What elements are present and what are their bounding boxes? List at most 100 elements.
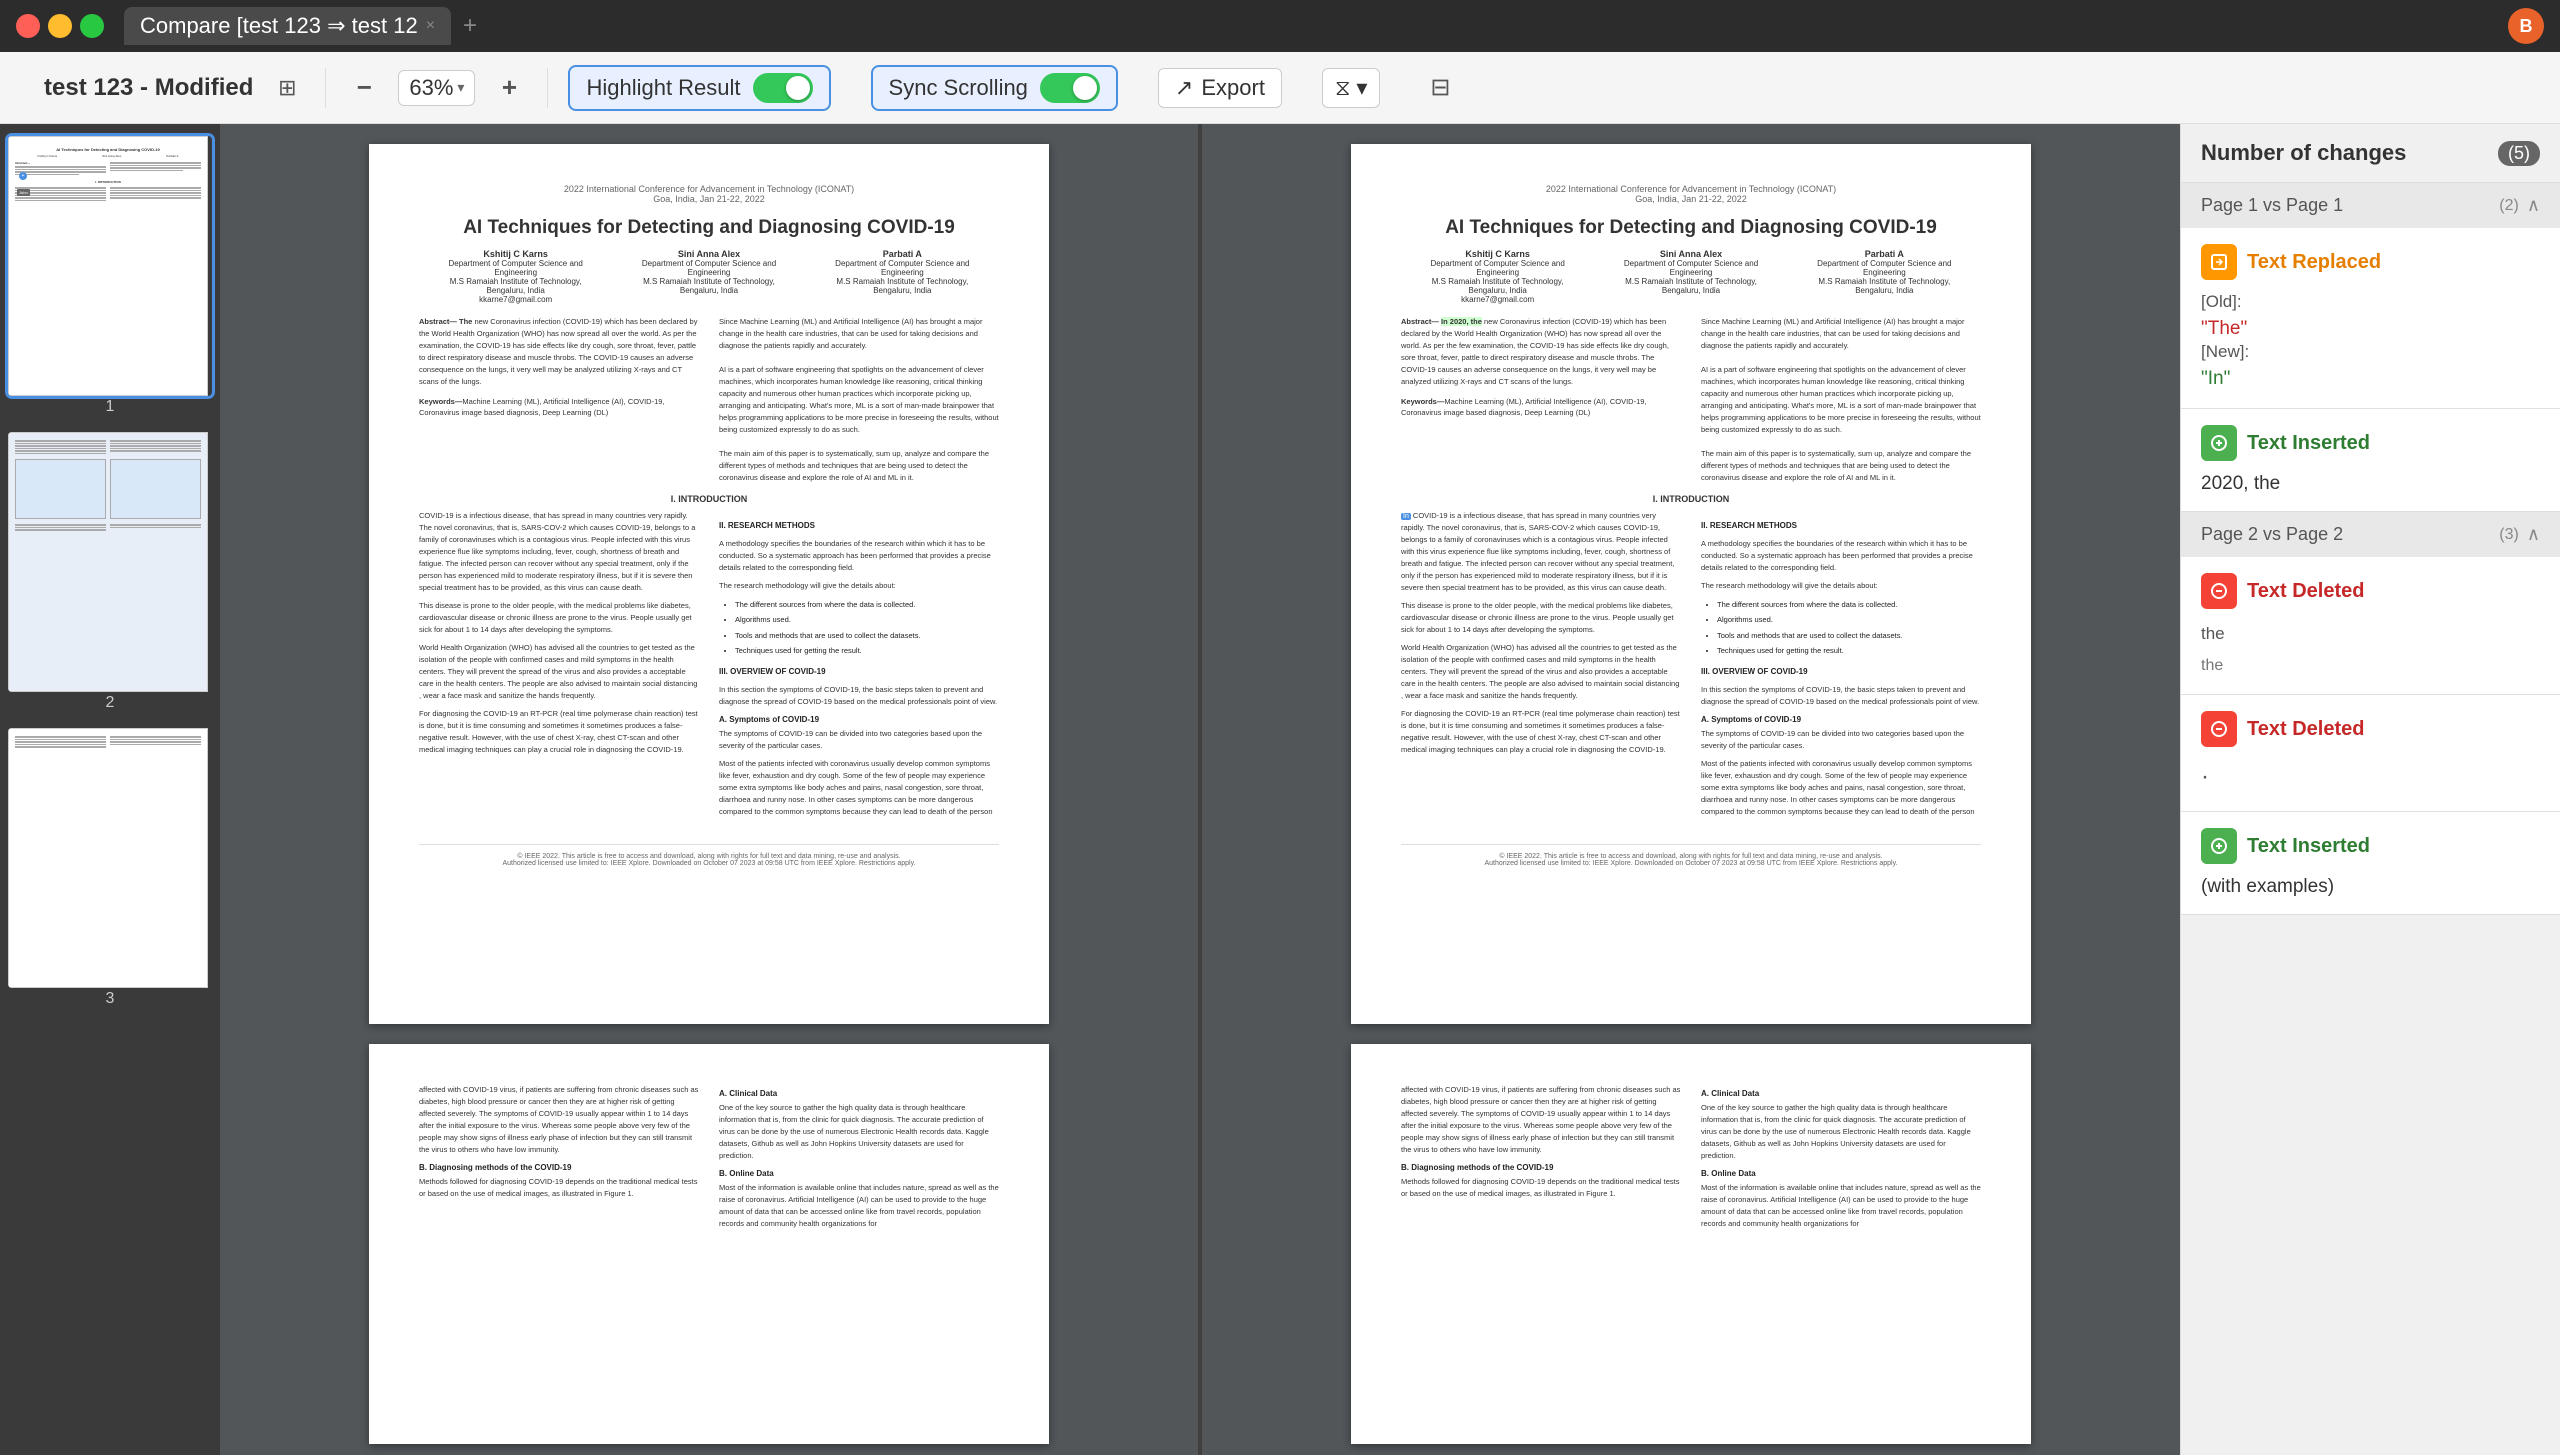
left-intro-section: COVID-19 is a infectious disease, that h…	[419, 510, 999, 824]
change-4-header: Text Deleted	[2201, 711, 2540, 747]
change-inserted-icon-1	[2201, 425, 2237, 461]
layout-section: ⊟	[1400, 68, 1480, 108]
thumb-page-3[interactable]	[8, 728, 212, 988]
changes-header: Number of changes (5)	[2181, 124, 2560, 183]
change-4-type-label: Text Deleted	[2247, 718, 2364, 741]
filter-section: ⧖ ▾	[1302, 68, 1401, 108]
doc-panels: 2022 International Conference for Advanc…	[220, 124, 2180, 1455]
sync-scrolling-toggle[interactable]	[1040, 73, 1100, 103]
change-1-new-value: "In"	[2201, 366, 2540, 392]
minimize-button[interactable]	[48, 14, 72, 38]
zoom-chevron-icon: ▾	[457, 79, 464, 96]
change-item-2[interactable]: Text Inserted 2020, the	[2181, 409, 2560, 511]
close-button[interactable]	[16, 14, 40, 38]
filter-button[interactable]: ⧖ ▾	[1322, 68, 1381, 108]
page-group-1-label: Page 1 vs Page 1	[2201, 195, 2343, 216]
sync-toggle-knob	[1073, 76, 1097, 100]
thumb-page-2-img	[8, 432, 208, 692]
maximize-button[interactable]	[80, 14, 104, 38]
zoom-section: − 63% ▾ +	[326, 70, 547, 106]
right-page-2: affected with COVID-19 virus, if patient…	[1351, 1044, 2031, 1444]
change-5-value: (with examples)	[2201, 876, 2540, 898]
change-inserted-icon-2	[2201, 828, 2237, 864]
toolbar-title-section: test 123 - Modified ⊞	[24, 70, 325, 106]
left-page-authors: Kshitij C Karns Department of Computer S…	[419, 249, 999, 304]
thumb-page-1-img: AI Techniques for Detecting and Diagnosi…	[8, 136, 208, 396]
page-group-2: Page 2 vs Page 2 (3) ∧ Text Deleted the …	[2181, 512, 2560, 915]
changes-count: (5)	[2498, 141, 2540, 166]
changes-panel: Number of changes (5) Page 1 vs Page 1 (…	[2180, 124, 2560, 1455]
traffic-lights	[16, 14, 104, 38]
zoom-control[interactable]: 63% ▾	[398, 70, 475, 106]
right-page-title: AI Techniques for Detecting and Diagnosi…	[1401, 216, 1981, 241]
thumb-page-2[interactable]	[8, 432, 212, 692]
change-4-preview: ·	[2201, 759, 2540, 795]
change-2-type-label: Text Inserted	[2247, 432, 2370, 455]
right-abstract-section: Abstract— In 2020, the new Coronavirus i…	[1401, 316, 1981, 484]
thumbnail-item-2[interactable]: 2	[8, 432, 212, 692]
zoom-out-button[interactable]: −	[346, 70, 382, 106]
sync-section: Sync Scrolling	[851, 65, 1138, 111]
page-group-1-header[interactable]: Page 1 vs Page 1 (2) ∧	[2181, 183, 2560, 228]
main-content: AI Techniques for Detecting and Diagnosi…	[0, 124, 2560, 1455]
new-tab-button[interactable]: +	[463, 12, 477, 40]
right-section-intro: I. INTRODUCTION	[1401, 494, 1981, 504]
change-2-header: Text Inserted	[2201, 425, 2540, 461]
change-2-value: 2020, the	[2201, 473, 2540, 495]
right-page-authors: Kshitij C Karns Department of Computer S…	[1401, 249, 1981, 304]
change-1-new-label: [New]:	[2201, 342, 2540, 362]
thumbnail-item-3[interactable]: 3	[8, 728, 212, 988]
change-3-preview: the	[2201, 621, 2540, 647]
highlight-section: Highlight Result	[548, 65, 850, 111]
change-3-header: Text Deleted	[2201, 573, 2540, 609]
page-group-2-chevron[interactable]: ∧	[2527, 524, 2540, 545]
layout-button[interactable]: ⊟	[1420, 68, 1460, 108]
left-section-intro: I. INTRODUCTION	[419, 494, 999, 504]
change-item-4[interactable]: Text Deleted ·	[2181, 695, 2560, 812]
left-page-2: affected with COVID-19 virus, if patient…	[369, 1044, 1049, 1444]
export-button[interactable]: ↗ Export	[1158, 68, 1282, 108]
change-5-header: Text Inserted	[2201, 828, 2540, 864]
change-deleted-icon-2	[2201, 711, 2237, 747]
active-tab[interactable]: Compare [test 123 ⇒ test 12 ×	[124, 7, 451, 45]
right-page2-content: affected with COVID-19 virus, if patient…	[1401, 1084, 1981, 1236]
change-5-type-label: Text Inserted	[2247, 835, 2370, 858]
thumb-page-1[interactable]: AI Techniques for Detecting and Diagnosi…	[8, 136, 212, 396]
change-item-5[interactable]: Text Inserted (with examples)	[2181, 812, 2560, 914]
layers-button[interactable]: ⊞	[269, 70, 305, 106]
change-1-old-label: [Old]:	[2201, 292, 2540, 312]
change-item-3[interactable]: Text Deleted the the	[2181, 557, 2560, 695]
left-doc-panel[interactable]: 2022 International Conference for Advanc…	[220, 124, 1198, 1455]
page-group-1-count: (2)	[2499, 197, 2519, 215]
thumb-page-3-img	[8, 728, 208, 988]
right-page-footer: © IEEE 2022. This article is free to acc…	[1401, 844, 1981, 867]
change-replaced-icon	[2201, 244, 2237, 280]
change-1-header: Text Replaced	[2201, 244, 2540, 280]
titlebar: Compare [test 123 ⇒ test 12 × + B	[0, 0, 2560, 52]
left-page-footer: © IEEE 2022. This article is free to acc…	[419, 844, 999, 867]
page-group-1: Page 1 vs Page 1 (2) ∧ Text Replaced [Ol…	[2181, 183, 2560, 512]
change-3-type-label: Text Deleted	[2247, 580, 2364, 603]
page-group-2-header[interactable]: Page 2 vs Page 2 (3) ∧	[2181, 512, 2560, 557]
change-1-type-label: Text Replaced	[2247, 251, 2381, 274]
right-doc-panel[interactable]: 2022 International Conference for Advanc…	[1202, 124, 2180, 1455]
thumbnail-item-1[interactable]: AI Techniques for Detecting and Diagnosi…	[8, 136, 212, 396]
left-page2-content: affected with COVID-19 virus, if patient…	[419, 1084, 999, 1236]
right-page-1: 2022 International Conference for Advanc…	[1351, 144, 2031, 1024]
change-deleted-icon-1	[2201, 573, 2237, 609]
change-item-1[interactable]: Text Replaced [Old]: "The" [New]: "In"	[2181, 228, 2560, 409]
page-group-2-label: Page 2 vs Page 2	[2201, 524, 2343, 545]
highlight-result-toggle[interactable]	[753, 73, 813, 103]
left-conf-header: 2022 International Conference for Advanc…	[419, 184, 999, 204]
tab-close-icon[interactable]: ×	[426, 17, 435, 35]
export-section: ↗ Export	[1138, 68, 1302, 108]
zoom-in-button[interactable]: +	[491, 70, 527, 106]
changes-title: Number of changes	[2201, 140, 2406, 166]
filter-icon: ⧖	[1335, 75, 1350, 101]
page-group-1-chevron[interactable]: ∧	[2527, 195, 2540, 216]
left-page-title: AI Techniques for Detecting and Diagnosi…	[419, 216, 999, 241]
sync-scrolling-group: Sync Scrolling	[871, 65, 1118, 111]
toolbar: test 123 - Modified ⊞ − 63% ▾ + Highligh…	[0, 52, 2560, 124]
avatar: B	[2508, 8, 2544, 44]
thumb-page-3-number: 3	[106, 990, 115, 1008]
